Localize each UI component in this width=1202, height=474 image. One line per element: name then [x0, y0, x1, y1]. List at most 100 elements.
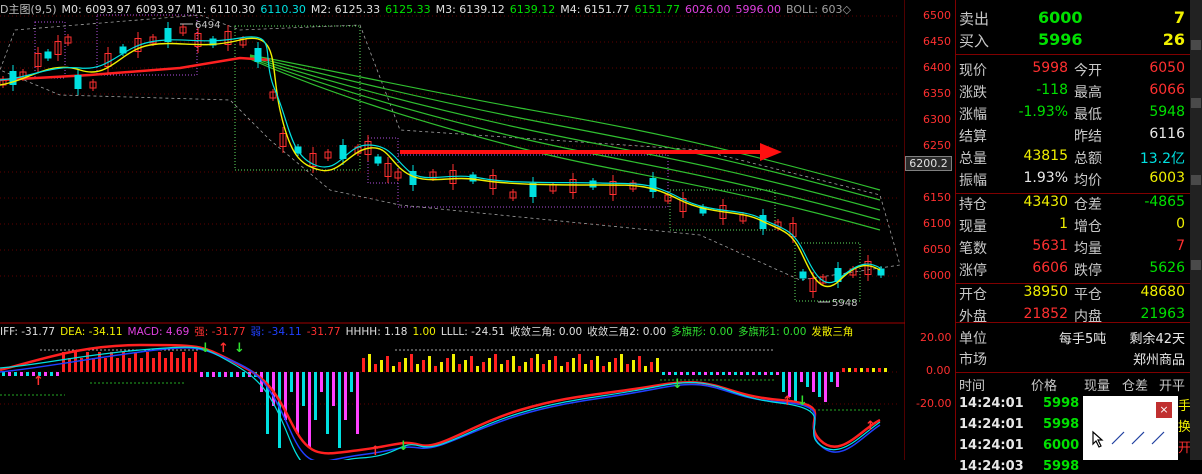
macd-bar	[416, 364, 419, 372]
field-label: 今开	[1074, 63, 1102, 79]
macd-bar	[188, 358, 191, 372]
quote-row: 振幅 1.93% 均价 6003	[956, 170, 1188, 192]
field-label: 振幅	[959, 173, 987, 189]
macd-bar	[656, 358, 659, 372]
macd-bar	[152, 358, 155, 372]
quote-row: 现量 1 增仓 0	[956, 216, 1188, 238]
col-oi: 仓差	[1122, 379, 1149, 394]
tick-time: 14:24:03	[959, 459, 1024, 474]
sell-price: 6000	[1038, 8, 1083, 27]
side-button[interactable]	[1191, 260, 1201, 270]
macd-bar	[434, 366, 437, 372]
field-value: 5626	[1149, 260, 1185, 276]
field-value: 43815	[1023, 148, 1068, 164]
field-label: 笔数	[959, 241, 987, 257]
field-label: 仓差	[1074, 197, 1102, 213]
macd-bar	[638, 356, 641, 372]
llll-label: LLLL: -24.51	[440, 326, 505, 338]
m2-label: M2: 6125.33	[310, 3, 381, 16]
macd-bar	[158, 352, 161, 372]
field-value: -118	[1036, 82, 1068, 98]
close-icon[interactable]: ×	[1156, 402, 1172, 418]
col-type: 开平	[1159, 379, 1186, 394]
unit-label: 单位	[959, 331, 987, 347]
macd-bar	[878, 368, 881, 372]
buy-row[interactable]: 买入 5996 26	[956, 30, 1188, 54]
axis-label: 6000	[923, 269, 951, 282]
macd-bar	[572, 358, 575, 372]
field-value: 38950	[1023, 284, 1068, 300]
macd-bar	[500, 364, 503, 372]
up-arrow-icon: ↑	[370, 444, 381, 459]
macd-bar	[458, 364, 461, 372]
field-value: 5948	[1149, 104, 1185, 120]
macd-bar	[824, 372, 827, 402]
side-label: 手	[1178, 399, 1192, 414]
field-value: 7	[1176, 238, 1185, 254]
side-button[interactable]	[1191, 98, 1201, 108]
macd-bar	[836, 372, 839, 387]
field-value: -1.93%	[1018, 104, 1068, 120]
field-label: 涨跌	[959, 85, 987, 101]
axis-label: 6050	[923, 243, 951, 256]
macd-histogram	[2, 352, 887, 448]
m1-value: 6110.30	[260, 3, 306, 16]
macd-bar	[542, 364, 545, 372]
macd-bar	[164, 358, 167, 372]
v2-value: 5996.00	[735, 3, 781, 16]
macd-bar	[44, 372, 47, 376]
macd-bar	[680, 372, 683, 375]
macd-axis-label: -20.00	[916, 397, 952, 410]
candle-body	[469, 174, 477, 182]
macd-bar	[146, 352, 149, 372]
side-button[interactable]	[1191, 175, 1201, 185]
sell-row[interactable]: 卖出 6000 7	[956, 8, 1188, 32]
macd-bar	[242, 372, 245, 377]
quote-panel: 卖出 6000 7 买入 5996 26 现价 5998 今开 6050 涨跌 -118 最…	[955, 0, 1191, 474]
macd-bar	[530, 358, 533, 372]
macd-bar	[302, 372, 305, 406]
macd-bar	[344, 372, 347, 420]
macd-bar	[716, 372, 719, 375]
tick-time: 14:24:01	[959, 417, 1024, 432]
dqx1-label: 多旗形1: 0.00	[737, 326, 807, 338]
tick-time: 14:24:01	[959, 396, 1024, 411]
field-value: 21852	[1023, 306, 1068, 322]
macd-bar	[56, 372, 59, 376]
market-value: 郑州商品	[1132, 353, 1185, 368]
down-arrow-icon: ↓	[797, 394, 808, 409]
macd-bar	[224, 372, 227, 377]
kline-chart[interactable]: 6494 5948 ↑ ↓ ↑ ↓ ↑ ↓ ↓ ↑ ↓ ↑	[0, 0, 905, 460]
macd-bar	[818, 372, 821, 397]
macd-bar	[830, 372, 833, 382]
side-toolbar[interactable]	[1190, 0, 1202, 460]
drawing-tool-window[interactable]: ×	[1083, 396, 1178, 460]
market-label: 市场	[959, 352, 987, 368]
macd-bar	[596, 356, 599, 372]
field-label: 增仓	[1074, 219, 1102, 235]
macd-bar	[422, 360, 425, 372]
macd-bar	[506, 360, 509, 372]
v6-label: -31.77	[306, 326, 341, 338]
days-left: 剩余42天	[1129, 332, 1185, 347]
macd-bar	[800, 372, 803, 382]
macd-bar	[236, 372, 239, 377]
field-label: 现量	[959, 219, 987, 235]
macd-bar	[266, 372, 269, 434]
macd-bar	[776, 372, 779, 375]
tick-side-labels: 手 换 开	[1178, 396, 1192, 460]
field-value: 6003	[1149, 170, 1185, 186]
tick-row: 14:24:01 5998	[959, 396, 1084, 411]
macd-bar	[614, 358, 617, 372]
macd-bar	[722, 372, 725, 375]
v1-value: 6026.00	[684, 3, 731, 16]
candle-body	[374, 156, 382, 164]
axis-label: 6250	[923, 139, 951, 152]
candle-body	[254, 48, 262, 62]
field-label: 总量	[959, 151, 987, 167]
boll-label: BOLL: 603◇	[785, 3, 851, 16]
side-button[interactable]	[1191, 40, 1201, 50]
macd-bar	[566, 362, 569, 372]
tick-price: 5998	[1043, 459, 1080, 474]
field-value: 43430	[1023, 194, 1068, 210]
